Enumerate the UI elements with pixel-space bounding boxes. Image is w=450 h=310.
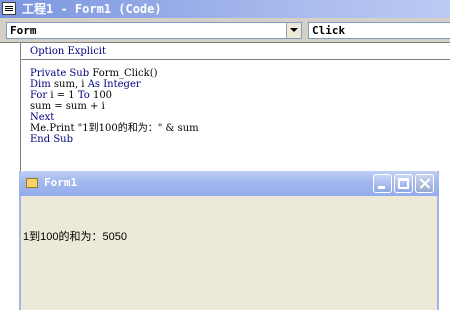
code-text: Form_Click() [92,68,158,79]
maximize-icon[interactable] [394,174,413,193]
form-icon [26,178,38,188]
form-print-output: 1到100的和为：5050 [23,231,127,243]
code-window-titlebar[interactable]: 工程1 - Form1 (Code) [0,0,450,18]
code-line[interactable]: Next [30,112,54,123]
code-text: sum = sum + i [30,101,105,112]
code-line[interactable]: Private Sub Form_Click() [30,68,158,79]
code-line[interactable]: End Sub [30,134,73,145]
code-line[interactable]: For i = 1 To 100 [30,90,112,101]
code-text: i = 1 [50,90,78,101]
form1-window[interactable]: Form1 1到100的和为：5050 [19,171,439,310]
procedure-combo[interactable]: Click [308,22,450,39]
minimize-icon[interactable] [373,174,392,193]
code-keyword: To [77,90,93,101]
code-keyword: Dim [30,79,54,90]
code-keyword: As Integer [87,79,141,90]
object-combo[interactable]: Form [6,22,302,39]
chevron-down-icon[interactable] [286,23,301,38]
code-window-title: 工程1 - Form1 (Code) [22,2,162,16]
code-line[interactable]: Me.Print "1到100的和为：" & sum [30,123,199,134]
code-line[interactable]: sum = sum + i [30,101,105,112]
code-keyword: For [30,90,51,101]
code-keyword: Next [30,112,55,123]
form1-client-area[interactable]: 1到100的和为：5050 [21,196,437,310]
code-window-icon [2,2,16,15]
object-combo-value: Form [10,24,37,37]
code-text: sum, i [53,79,88,90]
code-line[interactable]: Dim sum, i As Integer [30,79,141,90]
code-keyword: End Sub [30,134,74,145]
code-text: Me.Print "1到100的和为：" & sum [30,123,199,134]
procedure-combo-value: Click [312,24,346,37]
close-icon[interactable] [415,174,434,193]
code-keyword: Private Sub [30,68,93,79]
margin-indicator-bar[interactable] [0,43,21,310]
form1-title: Form1 [44,176,78,189]
combo-row: Form Click [0,18,450,43]
code-text: 100 [92,90,113,101]
option-explicit-line[interactable]: Option Explicit [30,46,106,57]
form1-titlebar[interactable]: Form1 [19,171,439,196]
procedure-separator [21,59,450,60]
